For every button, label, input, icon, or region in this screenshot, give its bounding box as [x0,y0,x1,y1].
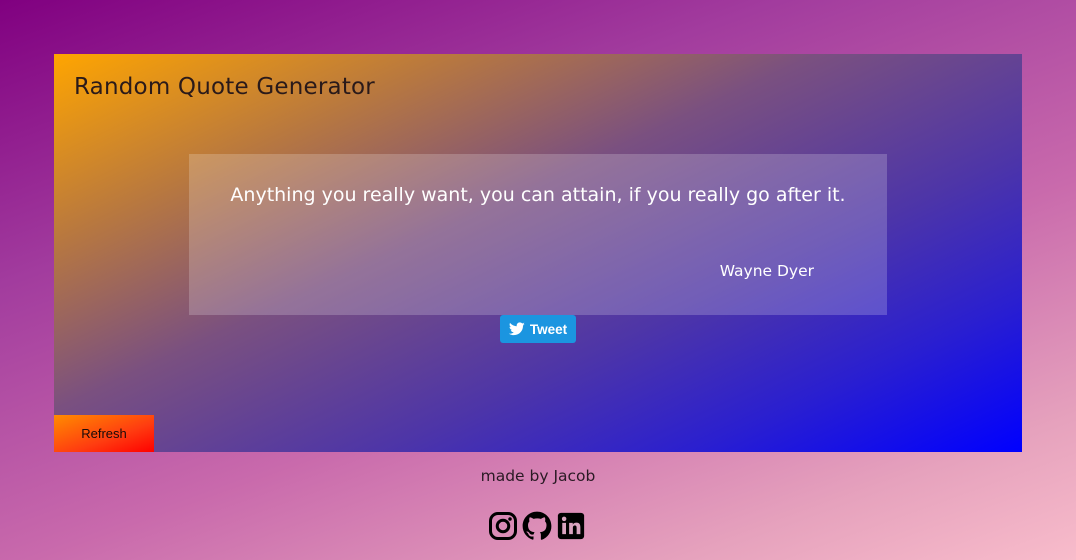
refresh-button[interactable]: Refresh [54,415,154,452]
github-icon[interactable] [522,510,552,542]
quote-card: Random Quote Generator Anything you real… [54,54,1022,452]
quote-author: Wayne Dyer [719,262,814,280]
quote-text: Anything you really want, you can attain… [230,184,846,206]
tweet-button[interactable]: Tweet [500,315,576,343]
linkedin-icon[interactable] [556,510,586,542]
app-title: Random Quote Generator [74,74,375,100]
twitter-bird-icon [508,322,525,336]
quote-box: Anything you really want, you can attain… [189,154,887,315]
tweet-label: Tweet [529,321,568,337]
instagram-icon[interactable] [488,510,518,542]
footer-credit: made by Jacob [480,467,596,485]
social-links [488,510,586,542]
